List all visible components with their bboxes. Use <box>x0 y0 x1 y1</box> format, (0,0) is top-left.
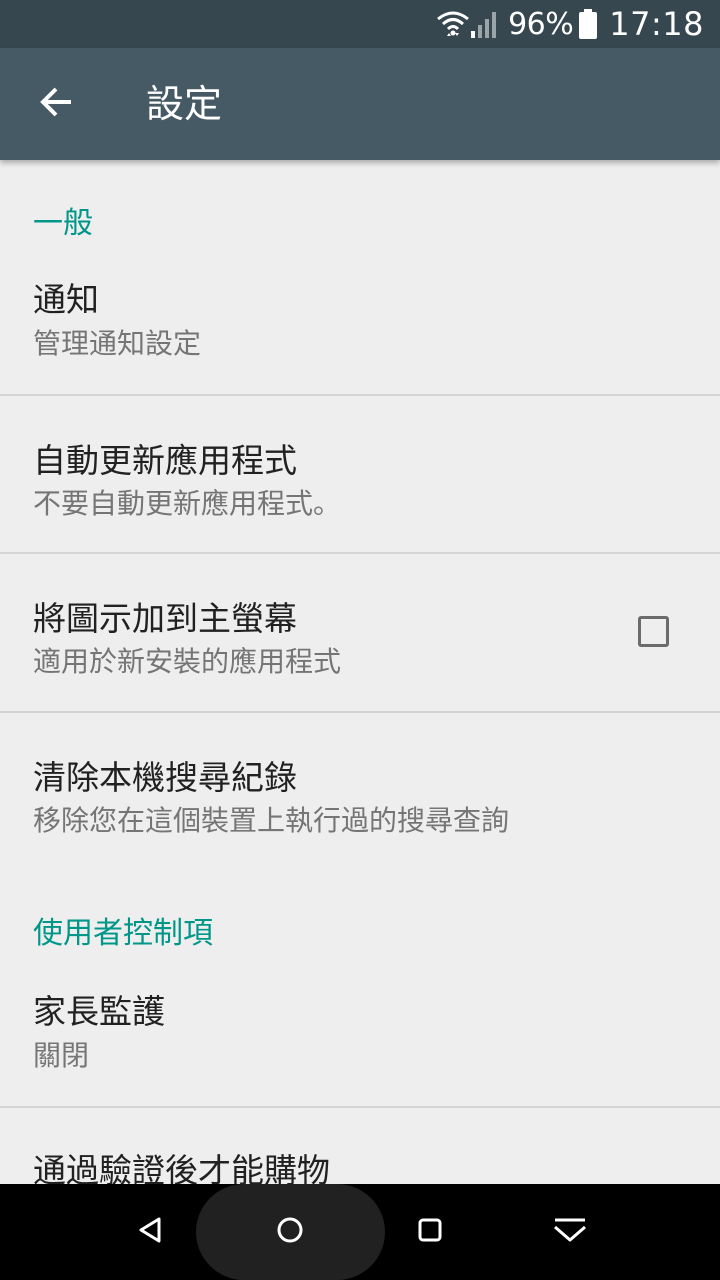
section-header-user-controls: 使用者控制項 <box>33 916 213 951</box>
setting-subtitle: 關閉 <box>33 1039 90 1072</box>
status-bar: 96% 17:18 <box>0 0 720 48</box>
setting-subtitle: 管理通知設定 <box>33 327 202 360</box>
setting-title: 清除本機搜尋紀錄 <box>33 758 297 797</box>
add-icon-checkbox[interactable] <box>638 616 669 647</box>
section-header-general: 一般 <box>33 206 93 241</box>
nav-recents-button[interactable] <box>390 1184 470 1280</box>
setting-subtitle: 適用於新安裝的應用程式 <box>33 645 342 678</box>
setting-subtitle: 移除您在這個裝置上執行過的搜尋查詢 <box>33 804 510 837</box>
app-bar: 設定 <box>0 48 720 160</box>
clock: 17:18 <box>609 5 704 43</box>
setting-parental-controls[interactable]: 家長監護 關閉 <box>0 960 720 1106</box>
setting-title: 通過驗證後才能購物 <box>33 1151 330 1184</box>
battery-icon <box>579 9 598 39</box>
nav-recents-icon <box>417 1217 443 1247</box>
setting-subtitle: 不要自動更新應用程式。 <box>33 487 342 520</box>
setting-clear-search-history[interactable]: 清除本機搜尋紀錄 移除您在這個裝置上執行過的搜尋查詢 <box>0 713 720 863</box>
nav-hide-icon <box>552 1216 588 1248</box>
status-icons: 96% 17:18 <box>436 0 704 48</box>
cell-signal-icon <box>470 9 500 39</box>
setting-title: 通知 <box>33 280 99 319</box>
nav-back-icon <box>137 1216 163 1248</box>
nav-back-button[interactable] <box>110 1184 190 1280</box>
back-button[interactable] <box>24 72 88 136</box>
navigation-bar <box>0 1184 720 1280</box>
setting-auto-update[interactable]: 自動更新應用程式 不要自動更新應用程式。 <box>0 396 720 552</box>
nav-hide-button[interactable] <box>530 1184 610 1280</box>
arrow-back-icon <box>38 84 74 124</box>
battery-percent: 96% <box>508 6 574 42</box>
settings-list[interactable]: 一般 通知 管理通知設定 自動更新應用程式 不要自動更新應用程式。 將圖示加到主… <box>0 160 720 1184</box>
setting-title: 自動更新應用程式 <box>33 441 297 480</box>
setting-title: 家長監護 <box>33 992 165 1031</box>
setting-title: 將圖示加到主螢幕 <box>33 599 297 638</box>
nav-home-icon <box>276 1216 304 1248</box>
setting-notifications[interactable]: 通知 管理通知設定 <box>0 250 720 394</box>
setting-add-icon-to-home[interactable]: 將圖示加到主螢幕 適用於新安裝的應用程式 <box>0 554 720 710</box>
page-title: 設定 <box>146 82 223 126</box>
nav-home-button[interactable] <box>250 1184 330 1280</box>
setting-require-authentication[interactable]: 通過驗證後才能購物 <box>0 1108 720 1184</box>
wifi-icon <box>436 8 470 40</box>
